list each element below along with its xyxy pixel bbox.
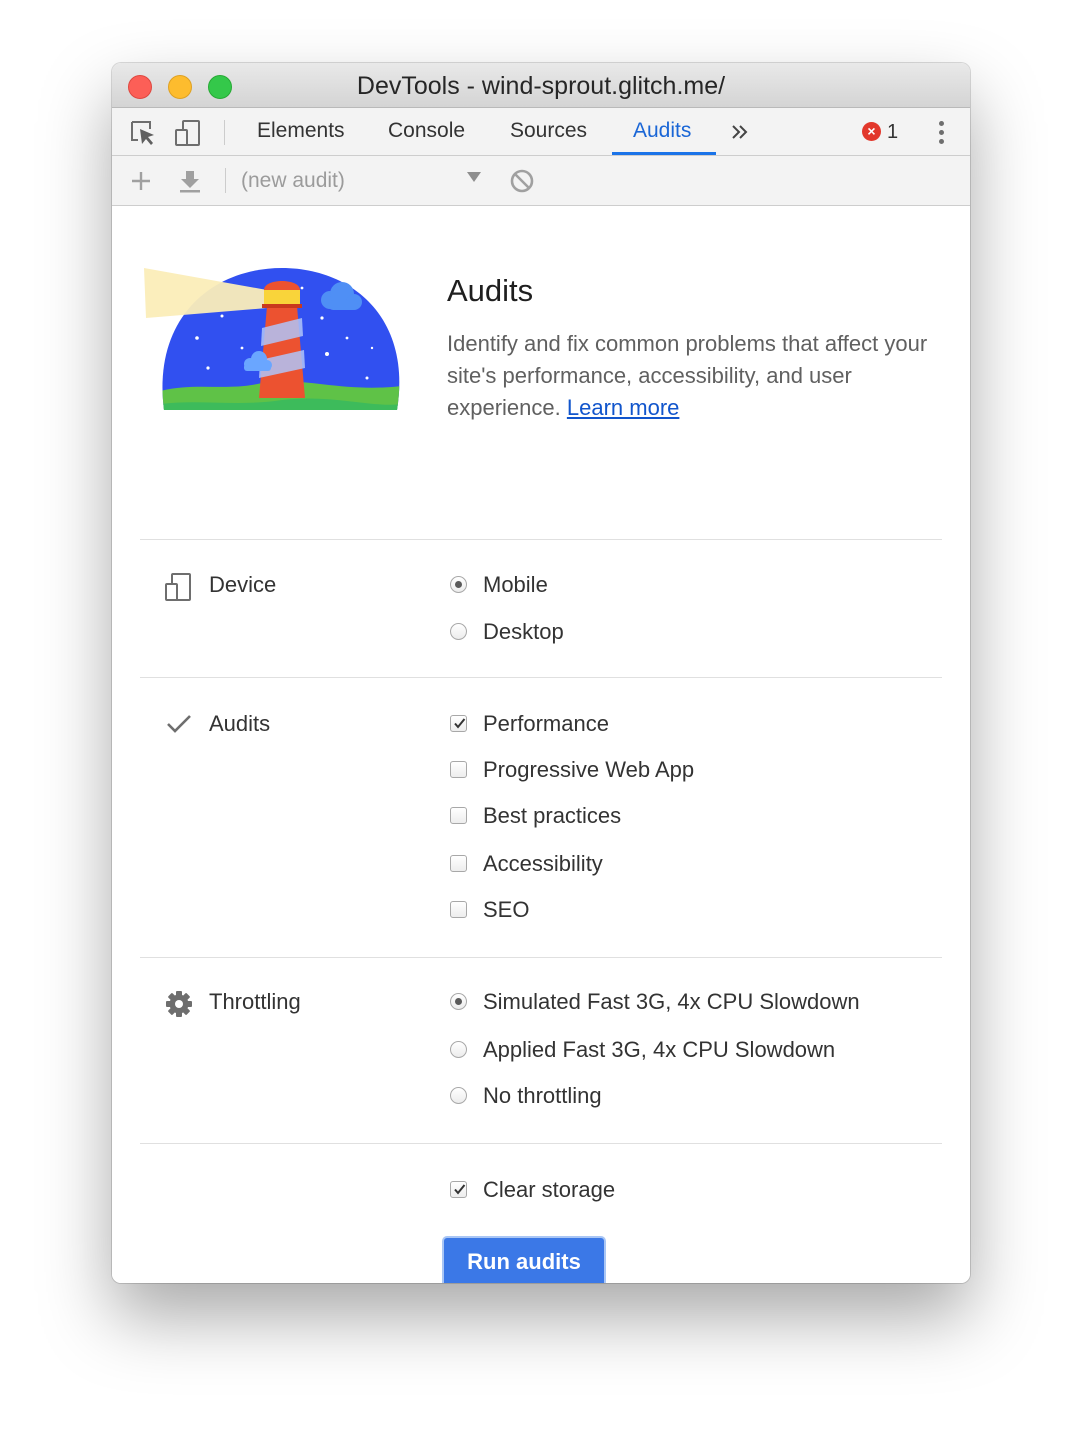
clear-block-icon[interactable] <box>508 167 536 195</box>
add-icon[interactable] <box>127 167 155 195</box>
section-divider <box>140 957 942 958</box>
device-icon <box>165 573 191 601</box>
option-label[interactable]: No throttling <box>483 1080 602 1112</box>
window-title: DevTools - wind-sprout.glitch.me/ <box>356 72 726 100</box>
checkbox[interactable] <box>450 1181 467 1198</box>
section-divider <box>140 539 942 540</box>
tab-audits[interactable]: Audits <box>633 108 691 155</box>
error-count[interactable]: 1 <box>887 118 898 146</box>
active-tab-indicator <box>612 152 716 155</box>
section-divider <box>140 1143 942 1144</box>
toolbar-divider <box>225 168 226 193</box>
audits-section-label: Audits <box>209 711 271 736</box>
check-icon <box>454 1184 466 1195</box>
audits-toolbar: (new audit) <box>112 156 970 206</box>
run-audits-button[interactable]: Run audits <box>444 1238 604 1283</box>
section-divider <box>140 677 942 678</box>
radio-button[interactable] <box>450 993 467 1010</box>
checkmark-icon <box>167 715 191 733</box>
radio-button[interactable] <box>450 623 467 640</box>
option-label[interactable]: Progressive Web App <box>483 754 694 786</box>
devtools-window: DevTools - wind-sprout.glitch.me/ Elemen… <box>112 63 970 1283</box>
option-label[interactable]: Clear storage <box>483 1174 615 1206</box>
throttling-section-label: Throttling <box>209 989 301 1014</box>
devtools-tabbar: Elements Console Sources Audits × 1 <box>112 108 970 156</box>
title-bar: DevTools - wind-sprout.glitch.me/ <box>112 63 970 108</box>
lighthouse-illustration <box>144 268 400 410</box>
checkbox[interactable] <box>450 715 467 732</box>
tab-elements[interactable]: Elements <box>257 108 345 155</box>
radio-button[interactable] <box>450 1041 467 1058</box>
page-description: Identify and fix common problems that af… <box>447 328 937 424</box>
device-toggle-icon[interactable] <box>173 118 203 148</box>
more-vert-icon[interactable] <box>938 120 946 146</box>
radio-button[interactable] <box>450 576 467 593</box>
description-text: Identify and fix common problems that af… <box>447 331 928 420</box>
option-label[interactable]: Desktop <box>483 616 564 648</box>
checkbox[interactable] <box>450 901 467 918</box>
option-label[interactable]: Simulated Fast 3G, 4x CPU Slowdown <box>483 986 860 1018</box>
toolbar-divider <box>224 120 225 145</box>
option-label[interactable]: Performance <box>483 708 609 740</box>
tab-console[interactable]: Console <box>388 108 465 155</box>
audit-select[interactable]: (new audit) <box>241 166 345 196</box>
checkbox[interactable] <box>450 807 467 824</box>
device-section-label: Device <box>209 572 277 597</box>
error-icon[interactable]: × <box>862 122 881 141</box>
learn-more-link[interactable]: Learn more <box>567 395 680 420</box>
option-label[interactable]: Mobile <box>483 569 548 601</box>
inspect-element-icon[interactable] <box>128 118 158 148</box>
radio-button[interactable] <box>450 1087 467 1104</box>
option-label[interactable]: Best practices <box>483 800 621 832</box>
page-title: Audits <box>447 273 534 308</box>
option-label[interactable]: SEO <box>483 894 529 926</box>
tab-sources[interactable]: Sources <box>510 108 587 155</box>
checkbox[interactable] <box>450 855 467 872</box>
checkbox[interactable] <box>450 761 467 778</box>
dropdown-arrow-icon[interactable] <box>467 172 481 182</box>
option-label[interactable]: Applied Fast 3G, 4x CPU Slowdown <box>483 1034 835 1066</box>
gear-icon <box>166 991 192 1017</box>
download-icon[interactable] <box>176 167 204 195</box>
option-label[interactable]: Accessibility <box>483 848 603 880</box>
audits-panel: Audits Identify and fix common problems … <box>112 206 970 1283</box>
check-icon <box>454 718 466 729</box>
more-tabs-icon[interactable] <box>730 123 750 141</box>
